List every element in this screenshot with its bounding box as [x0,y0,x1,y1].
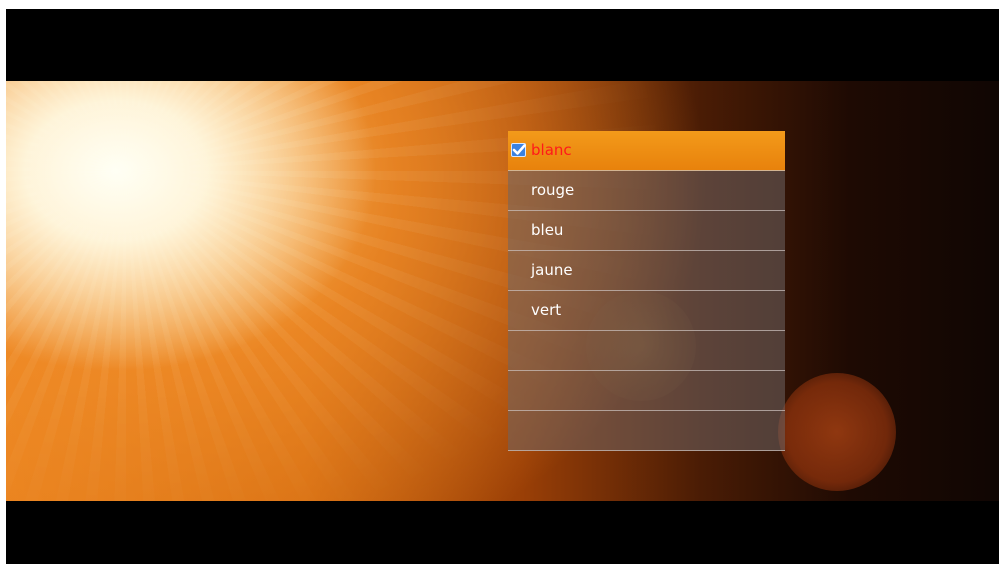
list-item-blanc[interactable]: blanc [508,131,785,171]
list-item-empty[interactable] [508,371,785,411]
list-item-rouge[interactable]: rouge [508,171,785,211]
list-item-jaune[interactable]: jaune [508,251,785,291]
list-item-bleu[interactable]: bleu [508,211,785,251]
list-item-label: rouge [531,181,575,199]
list-item-empty[interactable] [508,331,785,371]
lens-flare-large [778,373,896,491]
list-item-empty[interactable] [508,411,785,451]
list-item-label: bleu [531,221,564,239]
tv-screen: blanc rouge bleu jaune vert [6,9,999,564]
list-item-label: blanc [531,141,572,159]
list-item-vert[interactable]: vert [508,291,785,331]
checkbox-checked-icon [511,143,526,157]
color-selection-list: blanc rouge bleu jaune vert [508,131,785,452]
list-item-label: jaune [531,261,573,279]
list-item-label: vert [531,301,562,319]
sunburst-background [6,81,999,501]
